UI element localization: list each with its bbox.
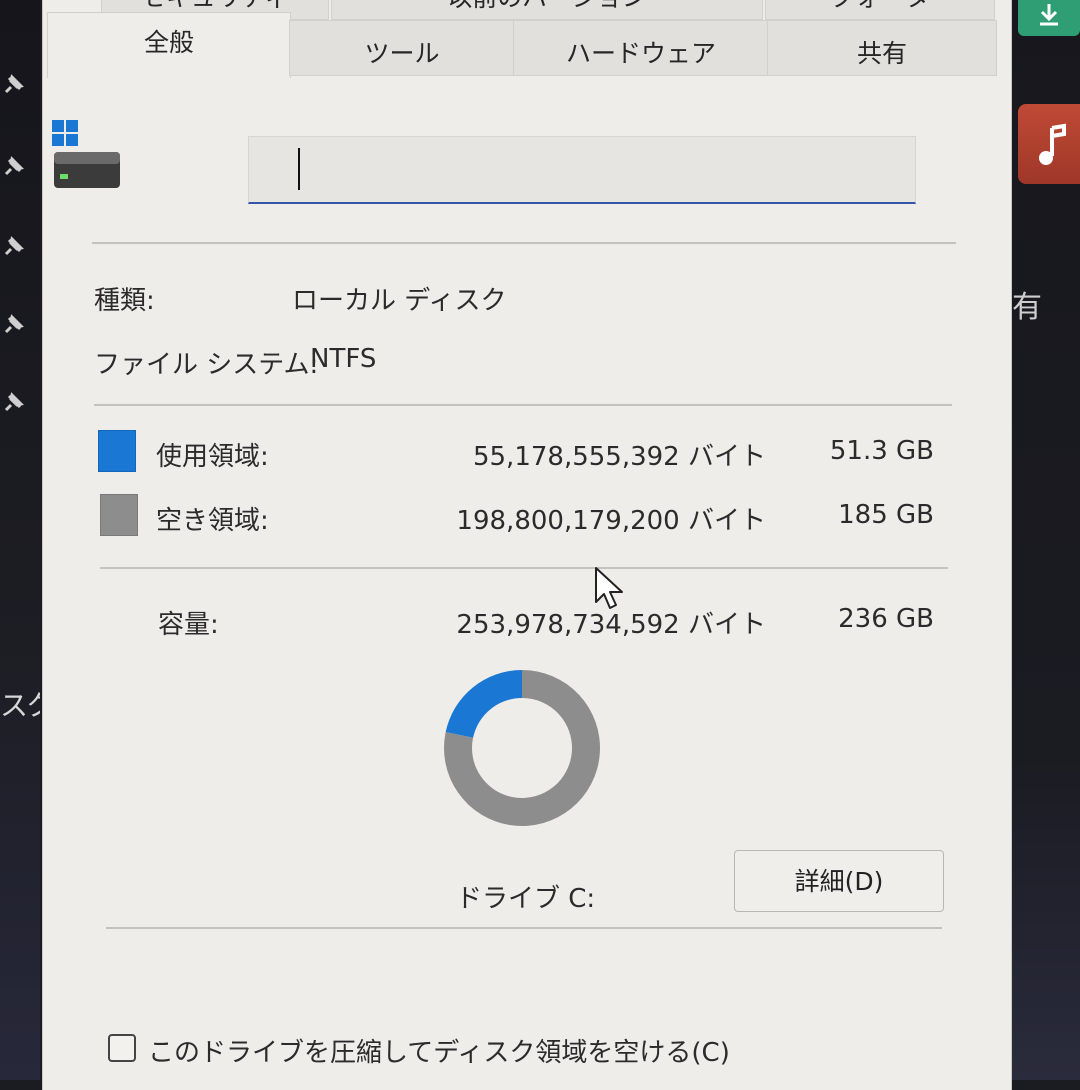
used-space-slice <box>445 670 522 738</box>
background-left-text: スク <box>0 689 40 722</box>
text-caret <box>298 148 300 190</box>
tab-hardware[interactable]: ハードウェア <box>513 20 769 76</box>
tab-quota[interactable]: クォータ <box>765 0 995 20</box>
used-space-size: 51.3 GB <box>829 436 934 466</box>
music-folder-icon[interactable] <box>1018 104 1080 184</box>
free-space-bytes: 198,800,179,200 バイト <box>456 506 766 536</box>
pin-icon <box>4 314 24 334</box>
pin-icon <box>4 74 24 94</box>
file-system-value: NTFS <box>310 344 377 374</box>
tab-row-lower: 全般 ツール ハードウェア 共有 <box>43 12 1011 78</box>
divider <box>94 404 952 406</box>
free-space-swatch <box>100 494 138 536</box>
file-system-label: ファイル システム: <box>94 350 319 380</box>
compress-drive-checkbox[interactable] <box>108 1034 136 1062</box>
disk-usage-donut-chart <box>444 670 600 826</box>
drive-name-input[interactable] <box>248 136 916 204</box>
type-label: 種類: <box>94 286 155 316</box>
compress-drive-label[interactable]: このドライブを圧縮してディスク領域を空ける(C) <box>148 1032 730 1069</box>
drive-icon <box>52 120 120 188</box>
download-icon[interactable] <box>1018 0 1080 36</box>
tab-tools[interactable]: ツール <box>289 20 515 76</box>
used-space-label: 使用領域: <box>156 442 269 472</box>
capacity-label: 容量: <box>158 610 219 640</box>
pin-icon <box>4 156 24 176</box>
pin-icon <box>4 392 24 412</box>
pin-icon <box>4 236 24 256</box>
mouse-cursor-icon <box>595 567 623 609</box>
used-space-bytes: 55,178,555,392 バイト <box>472 442 766 472</box>
free-space-label: 空き領域: <box>156 506 269 536</box>
tab-general[interactable]: 全般 <box>47 12 291 78</box>
divider <box>100 567 948 569</box>
used-space-swatch <box>98 430 136 472</box>
free-space-size: 185 GB <box>838 500 934 530</box>
tab-previous-versions[interactable]: 以前のバージョン <box>331 0 763 20</box>
details-button[interactable]: 詳細(D) <box>734 850 944 912</box>
tab-sharing[interactable]: 共有 <box>767 20 997 76</box>
background-right-text: 有 <box>1012 290 1042 325</box>
divider <box>92 242 956 244</box>
divider <box>106 927 942 929</box>
type-value: ローカル ディスク <box>292 286 507 316</box>
drive-label: ドライブ C: <box>456 884 596 914</box>
capacity-size: 236 GB <box>838 604 934 634</box>
